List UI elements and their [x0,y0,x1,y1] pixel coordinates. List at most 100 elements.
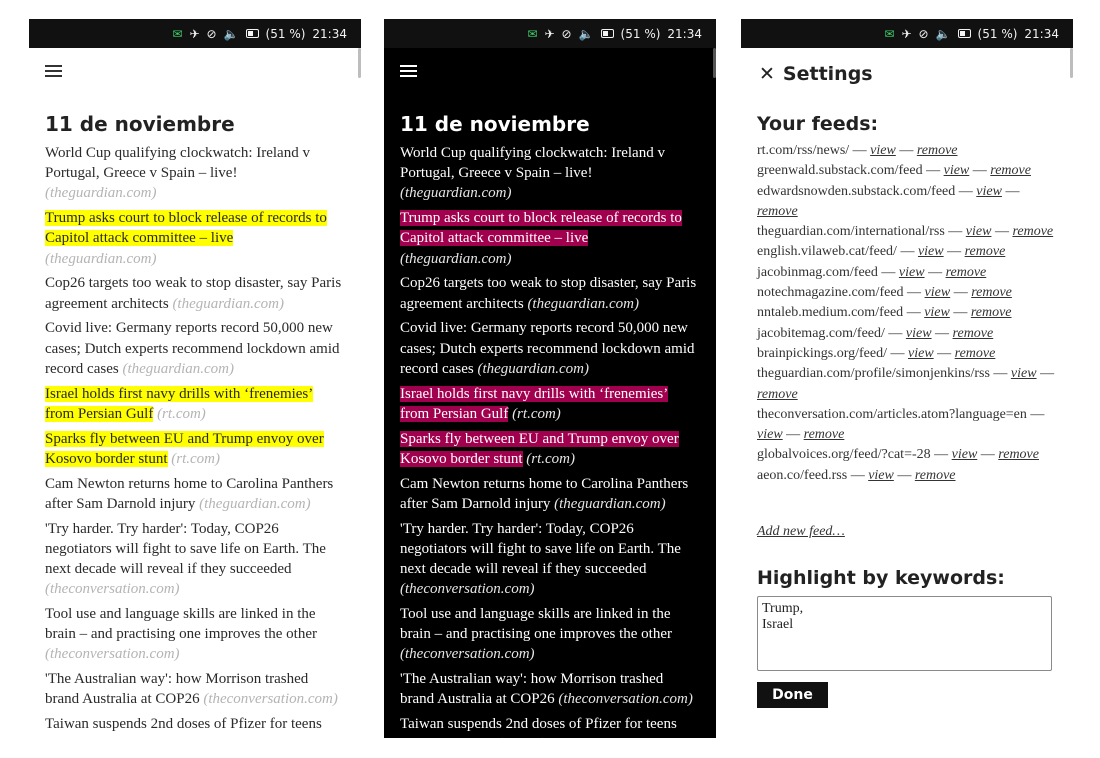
close-icon[interactable]: ✕ [759,63,775,85]
separator: — [888,325,903,341]
view-link[interactable]: view [918,244,944,259]
remove-link[interactable]: remove [757,387,798,402]
remove-link[interactable]: remove [955,346,996,361]
view-link[interactable]: view [924,305,950,320]
remove-link[interactable]: remove [915,468,956,483]
news-item[interactable]: Cam Newton returns home to Carolina Pant… [400,474,700,514]
hamburger-menu-icon[interactable] [45,65,62,79]
news-title[interactable]: 'Try harder. Try harder': Today, COP26 n… [45,521,326,577]
separator: — [906,305,921,321]
news-item[interactable]: Israel holds first navy drills with ‘fre… [45,384,345,424]
remove-link[interactable]: remove [946,265,987,280]
feed-url: theconversation.com/articles.atom?langua… [757,406,1027,422]
view-link[interactable]: view [906,326,932,341]
news-title[interactable]: 'Try harder. Try harder': Today, COP26 n… [400,521,681,577]
remove-link[interactable]: remove [953,326,994,341]
news-title[interactable]: Trump asks court to block release of rec… [400,210,682,247]
view-link[interactable]: view [966,224,992,239]
view-link[interactable]: view [899,265,925,280]
news-title[interactable]: Tool use and language skills are linked … [400,606,672,642]
volume-icon: 🔈 [935,26,951,41]
news-item[interactable]: Taiwan suspends 2nd doses of Pfizer for … [45,714,345,738]
remove-link[interactable]: remove [757,204,798,219]
remove-link[interactable]: remove [1012,224,1053,239]
news-item[interactable]: 'Try harder. Try harder': Today, COP26 n… [45,519,345,600]
view-link[interactable]: view [976,184,1002,199]
news-source: (theguardian.com) [554,495,666,512]
feeds-list: rt.com/rss/news/ — view — remove greenwal… [757,141,1057,486]
scrollbar[interactable] [713,48,716,78]
hamburger-menu-icon[interactable] [400,65,417,79]
separator: — [852,143,867,158]
news-item[interactable]: Cam Newton returns home to Carolina Pant… [45,474,345,514]
news-item[interactable]: Sparks fly between EU and Trump envoy ov… [400,429,700,469]
news-list: World Cup qualifying clockwatch: Ireland… [45,143,345,738]
separator: — [948,224,963,240]
add-feed-link[interactable]: Add new feed… [757,524,845,540]
news-item[interactable]: World Cup qualifying clockwatch: Ireland… [45,143,345,204]
remove-link[interactable]: remove [971,285,1012,300]
feeds-heading: Your feeds: [757,113,879,135]
phone-light-news: ✉ ✈ ⊘ 🔈 (51 %) 21:34 11 de noviembre Wor… [29,19,361,738]
view-link[interactable]: view [952,447,978,462]
news-title[interactable]: Tool use and language skills are linked … [45,606,317,642]
view-link[interactable]: view [925,285,951,300]
news-item[interactable]: Israel holds first navy drills with ‘fre… [400,384,700,424]
news-source: (rt.com) [171,450,220,467]
separator: — [993,366,1008,382]
view-link[interactable]: view [908,346,934,361]
news-item[interactable]: Trump asks court to block release of rec… [45,208,345,269]
separator: — [850,467,865,483]
view-link[interactable]: view [870,143,896,158]
news-item[interactable]: Sparks fly between EU and Trump envoy ov… [45,429,345,469]
remove-link[interactable]: remove [917,143,958,158]
news-title[interactable]: World Cup qualifying clockwatch: Ireland… [45,145,310,181]
remove-link[interactable]: remove [804,427,845,442]
clock: 21:34 [312,26,347,41]
news-title[interactable]: World Cup qualifying clockwatch: Ireland… [400,145,665,181]
separator: — [994,224,1009,240]
view-link[interactable]: view [757,427,783,442]
keywords-input[interactable]: Trump, Israel [757,596,1052,671]
battery-percent: (51 %) [977,26,1018,41]
view-link[interactable]: view [868,468,894,483]
news-item[interactable]: Covid live: Germany reports record 50,00… [45,318,345,379]
news-item[interactable]: 'Try harder. Try harder': Today, COP26 n… [400,519,700,600]
view-link[interactable]: view [944,163,970,178]
separator: — [958,183,973,199]
news-source: (rt.com) [497,736,546,738]
remove-link[interactable]: remove [965,244,1006,259]
news-title[interactable]: Taiwan suspends 2nd doses of Pfizer for … [45,716,322,738]
news-item[interactable]: 'The Australian way': how Morrison trash… [400,669,700,709]
news-item[interactable]: Taiwan suspends 2nd doses of Pfizer for … [400,714,700,738]
feed-row: theguardian.com/international/rss — view… [757,222,1057,242]
feed-row: notechmagazine.com/feed — view — remove [757,283,1057,303]
news-item[interactable]: World Cup qualifying clockwatch: Ireland… [400,143,700,204]
feed-row: greenwald.substack.com/feed — view — rem… [757,161,1057,181]
news-item[interactable]: 'The Australian way': how Morrison trash… [45,669,345,709]
clock: 21:34 [1024,26,1059,41]
mail-icon: ✉ [527,26,538,41]
scrollbar[interactable] [358,48,361,78]
news-title[interactable]: Trump asks court to block release of rec… [45,210,327,247]
news-item[interactable]: Cop26 targets too weak to stop disaster,… [400,273,700,313]
news-item[interactable]: Covid live: Germany reports record 50,00… [400,318,700,379]
volume-icon: 🔈 [223,26,239,41]
news-item[interactable]: Tool use and language skills are linked … [45,604,345,665]
wifi-off-icon: ⊘ [561,26,572,41]
done-button[interactable]: Done [757,682,828,708]
news-source: (rt.com) [526,450,575,467]
news-item[interactable]: Cop26 targets too weak to stop disaster,… [45,273,345,313]
feed-url: nntaleb.medium.com/feed [757,305,904,321]
remove-link[interactable]: remove [998,447,1039,462]
news-title[interactable]: Taiwan suspends 2nd doses of Pfizer for … [400,716,677,738]
news-source: (theguardian.com) [199,495,311,512]
news-item[interactable]: Tool use and language skills are linked … [400,604,700,665]
remove-link[interactable]: remove [990,163,1031,178]
news-source: (rt.com) [142,736,191,738]
remove-link[interactable]: remove [971,305,1012,320]
view-link[interactable]: view [1011,366,1037,381]
phone-settings: ✉ ✈ ⊘ 🔈 (51 %) 21:34 ✕ Settings Your fee… [741,19,1073,738]
news-item[interactable]: Trump asks court to block release of rec… [400,208,700,269]
scrollbar[interactable] [1070,48,1073,78]
